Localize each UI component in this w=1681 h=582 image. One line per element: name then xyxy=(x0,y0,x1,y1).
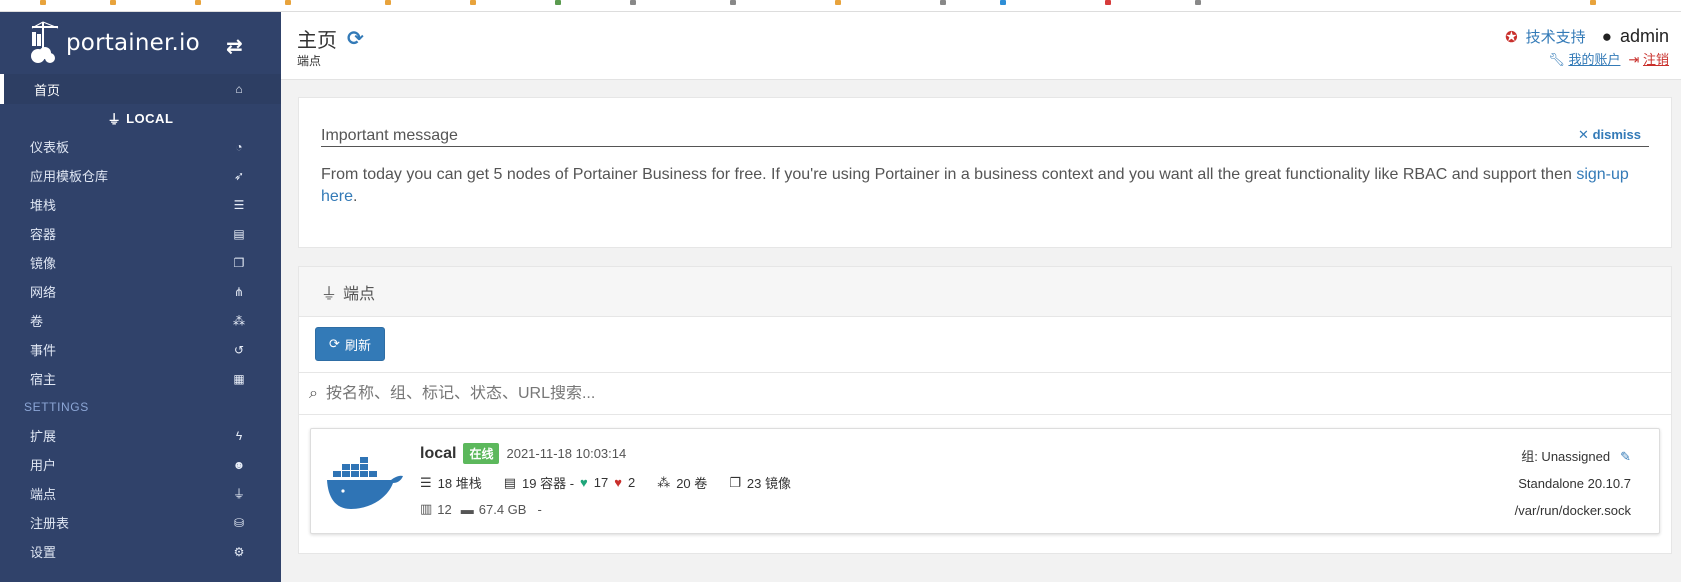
endpoints-panel-header: ⏚ 端点 xyxy=(299,267,1671,317)
endpoint-timestamp: 2021-11-18 10:03:14 xyxy=(506,446,627,461)
times-icon: ✕ xyxy=(1578,127,1589,142)
sidebar-item-app-templates[interactable]: 应用模板仓库 ➶ xyxy=(0,161,281,190)
switch-endpoint-icon[interactable]: ⇄ xyxy=(226,34,243,59)
sidebar-item-users[interactable]: 用户 ☻ xyxy=(0,450,281,479)
sidebar-item-dashboard[interactable]: 仪表板 ◔ xyxy=(0,132,281,161)
sidebar-item-events[interactable]: 事件 ↺ xyxy=(0,335,281,364)
endpoint-stats-row: ☰ 18 堆栈 ▤ 19 容器 - ♥ 17 ♥ 2 ⁂ 20 卷 ❐ 23 镜… xyxy=(420,473,791,492)
th-list-icon: ☰ xyxy=(233,197,245,212)
important-message-panel: Important message ✕ dismiss From today y… xyxy=(298,97,1672,248)
tachometer-icon: ◔ xyxy=(235,139,243,154)
message-body: From today you can get 5 nodes of Portai… xyxy=(321,166,1629,205)
sidebar-item-extensions[interactable]: 扩展 ϟ xyxy=(0,421,281,450)
database-icon: ⛁ xyxy=(233,515,245,530)
search-icon: ⌕ xyxy=(309,384,318,402)
endpoint-type: Standalone 20.10.7 xyxy=(1518,476,1631,491)
clone-icon: ❐ xyxy=(729,474,741,490)
sidebar: portainer.io ⇄ 首页 ⌂ ⏚ LOCAL 仪表板 ◔ 应用模板仓库… xyxy=(0,12,281,582)
sidebar-item-containers[interactable]: 容器 ▤ xyxy=(0,219,281,248)
healthy-count: 17 xyxy=(593,475,609,490)
th-icon: ▦ xyxy=(233,371,245,386)
refresh-icon: ⟳ xyxy=(329,336,340,351)
separator-dash: - xyxy=(537,501,542,517)
endpoint-details: 组: Unassigned ✎ Standalone 20.10.7 /var/… xyxy=(1515,443,1631,524)
support-link[interactable]: 技术支持 xyxy=(1526,26,1586,47)
containers-count: 19 容器 - xyxy=(522,476,575,491)
plug-icon: ⏚ xyxy=(232,487,245,501)
sitemap-icon: ⋔ xyxy=(233,284,245,299)
user-area: ✪ 技术支持 ● admin 🔧︎ 我的账户 ⇥ 注销 xyxy=(1505,26,1669,68)
page-title: 主页 ⟳ xyxy=(297,26,364,52)
cubes-icon: ⁂ xyxy=(657,474,671,490)
life-ring-icon: ✪ xyxy=(1505,28,1518,46)
bolt-icon: ϟ xyxy=(235,428,243,443)
heart-broken-icon: ♥ xyxy=(614,475,622,490)
page-header: 主页 ⟳ 端点 ✪ 技术支持 ● admin 🔧︎ 我的账户 ⇥ 注销 xyxy=(281,12,1681,80)
cubes-icon: ⁂ xyxy=(233,313,245,328)
logout-link[interactable]: 注销 xyxy=(1643,52,1669,67)
sidebar-item-home[interactable]: 首页 ⌂ xyxy=(0,74,281,104)
docker-icon xyxy=(327,457,403,509)
home-icon: ⌂ xyxy=(235,82,243,96)
brand-name: portainer.io xyxy=(66,30,200,56)
search-input[interactable] xyxy=(325,384,1326,403)
dismiss-button[interactable]: ✕ dismiss xyxy=(1578,127,1641,143)
endpoint-header: ⏚ LOCAL xyxy=(107,110,174,127)
server-icon: ▤ xyxy=(503,474,517,490)
sidebar-item-settings[interactable]: 设置 ⚙ xyxy=(0,537,281,566)
endpoint-name: local xyxy=(420,444,457,462)
search-bar: ⌕ xyxy=(299,373,1671,415)
refresh-icon[interactable]: ⟳ xyxy=(347,26,364,51)
clone-icon: ❐ xyxy=(233,255,245,270)
breadcrumb: 端点 xyxy=(297,54,322,68)
portainer-crane-icon xyxy=(31,21,59,63)
plug-icon: ⏚ xyxy=(321,285,338,303)
th-list-icon: ☰ xyxy=(420,474,432,490)
sidebar-item-volumes[interactable]: 卷 ⁂ xyxy=(0,306,281,335)
history-icon: ↺ xyxy=(233,342,245,357)
sidebar-item-registries[interactable]: 注册表 ⛁ xyxy=(0,508,281,537)
endpoint-resources-row: ▥ 12 ▬ 67.4 GB - xyxy=(420,501,542,517)
microchip-icon: ▥ xyxy=(420,501,433,516)
unhealthy-count: 2 xyxy=(627,475,636,490)
portainer-logo[interactable]: portainer.io xyxy=(28,20,200,66)
top-strip xyxy=(0,0,1681,12)
user-circle-icon: ● xyxy=(1601,26,1612,46)
cpu-count: 12 xyxy=(437,501,452,517)
stacks-count: 18 堆栈 xyxy=(437,476,482,491)
plug-icon: ⏚ xyxy=(107,111,122,127)
sidebar-item-endpoints[interactable]: 端点 ⏚ xyxy=(0,479,281,508)
sidebar-item-stacks[interactable]: 堆栈 ☰ xyxy=(0,190,281,219)
brand: portainer.io ⇄ xyxy=(0,12,281,74)
images-count: 23 镜像 xyxy=(746,476,791,491)
endpoints-toolbar: ⟳ 刷新 xyxy=(299,317,1671,373)
heartbeat-icon: ♥ xyxy=(580,475,588,490)
endpoint-url: /var/run/docker.sock xyxy=(1514,503,1631,518)
sign-out-icon: ⇥ xyxy=(1628,52,1640,67)
sidebar-item-label: 首页 xyxy=(34,82,61,98)
username: admin xyxy=(1619,26,1669,46)
message-title: Important message ✕ dismiss xyxy=(321,127,1649,147)
sidebar-item-images[interactable]: 镜像 ❐ xyxy=(0,248,281,277)
memory-size: 67.4 GB xyxy=(478,501,527,517)
rocket-icon: ➶ xyxy=(233,168,245,183)
endpoint-title-row: local 在线 2021-11-18 10:03:14 xyxy=(420,443,626,464)
endpoint-group: 组: Unassigned xyxy=(1521,449,1611,464)
cogs-icon: ⚙ xyxy=(233,544,245,559)
my-account-link[interactable]: 我的账户 xyxy=(1568,52,1620,67)
sidebar-item-host[interactable]: 宿主 ▦ xyxy=(0,364,281,393)
volumes-count: 20 卷 xyxy=(676,476,708,491)
sidebar-item-networks[interactable]: 网络 ⋔ xyxy=(0,277,281,306)
endpoints-panel: ⏚ 端点 ⟳ 刷新 ⌕ l xyxy=(298,266,1672,554)
memory-icon: ▬ xyxy=(460,501,474,517)
settings-section-title: SETTINGS xyxy=(24,400,89,414)
wrench-icon: 🔧︎ xyxy=(1548,52,1565,67)
status-badge: 在线 xyxy=(463,443,500,464)
pencil-icon[interactable]: ✎ xyxy=(1620,443,1631,470)
users-icon: ☻ xyxy=(232,457,246,472)
endpoint-card[interactable]: local 在线 2021-11-18 10:03:14 ☰ 18 堆栈 ▤ 1… xyxy=(310,428,1660,534)
refresh-button[interactable]: ⟳ 刷新 xyxy=(315,327,385,361)
server-icon: ▤ xyxy=(233,226,245,241)
